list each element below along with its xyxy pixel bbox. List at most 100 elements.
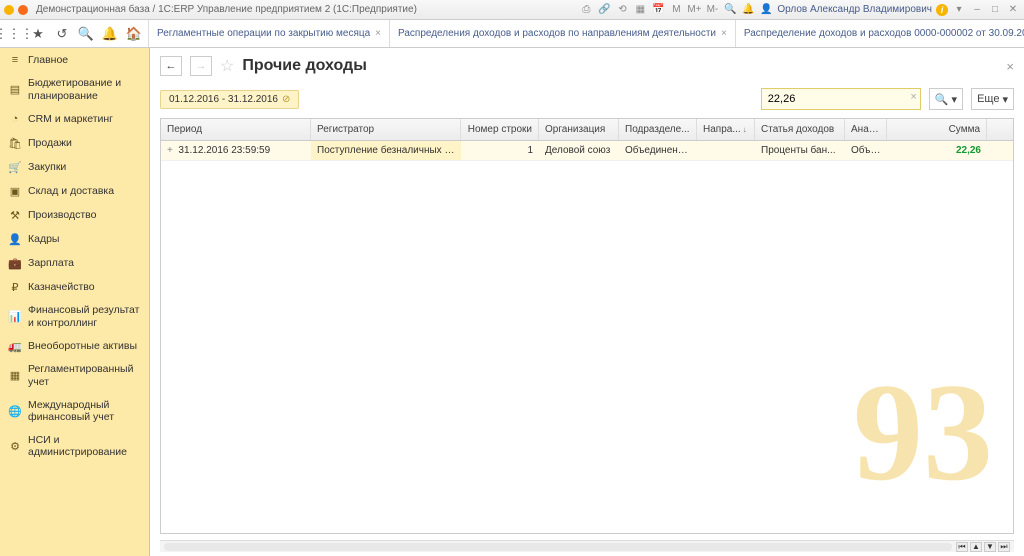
- horizontal-scrollbar[interactable]: ⏮ ▲ ▼ ⏭: [160, 540, 1014, 552]
- truck-icon: 🚛: [8, 339, 22, 353]
- search-button[interactable]: 🔍 ▾: [929, 88, 963, 110]
- cell-dept: Объединенн...: [619, 141, 697, 160]
- link-icon[interactable]: 🔗: [597, 3, 611, 17]
- sidebar-item-purchase[interactable]: 🛒Закупки: [0, 155, 149, 179]
- cell-registrator: Поступление безналичных ДС ...: [311, 141, 461, 160]
- table-header: Период Регистратор Номер строки Организа…: [161, 119, 1013, 141]
- history-icon[interactable]: ↺: [54, 26, 70, 42]
- scroll-down-icon[interactable]: ▼: [984, 542, 996, 552]
- sidebar-item-intl[interactable]: 🌐Международный финансовый учет: [0, 394, 149, 429]
- table-row[interactable]: + 31.12.2016 23:59:59 Поступление безнал…: [161, 141, 1013, 161]
- cell-anal: Объе...: [845, 141, 887, 160]
- sidebar-item-sales[interactable]: 🛍Продажи: [0, 131, 149, 155]
- home-icon[interactable]: 🏠: [126, 26, 142, 42]
- calc-icon[interactable]: ▦: [633, 3, 647, 17]
- globe-icon: 🌐: [8, 404, 22, 418]
- info-icon[interactable]: i: [936, 4, 948, 16]
- bell-icon[interactable]: 🔔: [741, 3, 755, 17]
- filter-bar: 01.12.2016 - 31.12.2016 ⊘ × 🔍 ▾ Еще ▾: [150, 84, 1024, 114]
- date-filter-chip[interactable]: 01.12.2016 - 31.12.2016 ⊘: [160, 90, 299, 109]
- scroll-track[interactable]: [164, 543, 952, 551]
- cell-line: 1: [461, 141, 539, 160]
- sidebar-item-assets[interactable]: 🚛Внеоборотные активы: [0, 334, 149, 358]
- sort-asc-icon: ↓: [743, 125, 747, 134]
- scroll-up-icon[interactable]: ▲: [970, 542, 982, 552]
- zoom-icon[interactable]: 🔍: [723, 3, 737, 17]
- close-icon[interactable]: ×: [721, 28, 727, 39]
- calendar-icon[interactable]: 📅: [651, 3, 665, 17]
- sidebar-item-admin[interactable]: ⚙НСИ и администрирование: [0, 429, 149, 464]
- print-icon[interactable]: ⎙: [579, 3, 593, 17]
- tab-closing-ops[interactable]: Регламентные операции по закрытию месяца…: [149, 20, 390, 47]
- scroll-first-icon[interactable]: ⏮: [956, 542, 968, 552]
- close-icon[interactable]: ×: [375, 28, 381, 39]
- hr-icon: 👤: [8, 232, 22, 246]
- col-direction[interactable]: Напра...↓: [697, 119, 755, 140]
- sidebar-item-hr[interactable]: 👤Кадры: [0, 227, 149, 251]
- page-title: Прочие доходы: [242, 57, 367, 75]
- cell-org: Деловой союз: [539, 141, 619, 160]
- gear-icon: ⚙: [8, 439, 22, 453]
- menu-icon: ≡: [8, 53, 22, 67]
- m-plus-icon[interactable]: M+: [687, 3, 701, 17]
- more-button[interactable]: Еще ▾: [971, 88, 1014, 110]
- sidebar-item-regulated[interactable]: ▦Регламентированный учет: [0, 358, 149, 393]
- minimize-icon[interactable]: –: [970, 3, 984, 17]
- sales-icon: 🛍: [8, 136, 22, 150]
- search-field: ×: [761, 88, 921, 110]
- sidebar-item-budget[interactable]: ▤Бюджетирование и планирование: [0, 72, 149, 107]
- m-minus-icon[interactable]: M-: [705, 3, 719, 17]
- data-table: Период Регистратор Номер строки Организа…: [160, 118, 1014, 534]
- search-input[interactable]: [761, 88, 921, 110]
- col-line[interactable]: Номер строки: [461, 119, 539, 140]
- user-icon: 👤: [759, 3, 773, 17]
- col-analytics[interactable]: Анали...: [845, 119, 887, 140]
- clear-search-icon[interactable]: ×: [910, 91, 916, 103]
- nav-forward-button[interactable]: →: [190, 56, 212, 76]
- search-tool-icon[interactable]: 🔍: [78, 26, 94, 42]
- col-income[interactable]: Статья доходов: [755, 119, 845, 140]
- star-icon[interactable]: ★: [30, 26, 46, 42]
- tab-income-doc[interactable]: Распределение доходов и расходов 0000-00…: [736, 20, 1024, 47]
- navigation-sidebar: ≡Главное ▤Бюджетирование и планирование …: [0, 48, 150, 556]
- tab-income-distribution[interactable]: Распределения доходов и расходов по напр…: [390, 20, 736, 47]
- sidebar-item-production[interactable]: ⚒Производство: [0, 203, 149, 227]
- col-period[interactable]: Период: [161, 119, 311, 140]
- favorite-star-icon[interactable]: ☆: [220, 56, 234, 76]
- close-window-icon[interactable]: ✕: [1006, 3, 1020, 17]
- budget-icon: ▤: [8, 83, 22, 97]
- sidebar-item-salary[interactable]: 💼Зарплата: [0, 251, 149, 275]
- close-page-icon[interactable]: ×: [1006, 59, 1014, 74]
- expand-icon[interactable]: +: [167, 145, 173, 156]
- date-filter-label: 01.12.2016 - 31.12.2016: [169, 94, 278, 105]
- nav-back-button[interactable]: ←: [160, 56, 182, 76]
- content-area: ← → ☆ Прочие доходы × 01.12.2016 - 31.12…: [150, 48, 1024, 556]
- sidebar-item-main[interactable]: ≡Главное: [0, 48, 149, 72]
- col-dept[interactable]: Подразделе...: [619, 119, 697, 140]
- regulated-icon: ▦: [8, 369, 22, 383]
- maximize-icon[interactable]: □: [988, 3, 1002, 17]
- window-title: Демонстрационная база / 1С:ERP Управлени…: [36, 4, 417, 15]
- apps-icon[interactable]: ⋮⋮⋮: [6, 26, 22, 42]
- warehouse-icon: ▣: [8, 184, 22, 198]
- m-icon[interactable]: M: [669, 3, 683, 17]
- sidebar-item-warehouse[interactable]: ▣Склад и доставка: [0, 179, 149, 203]
- notifications-icon[interactable]: 🔔: [102, 26, 118, 42]
- refresh-icon[interactable]: ⟲: [615, 3, 629, 17]
- dropdown-icon[interactable]: ▾: [952, 3, 966, 17]
- tab-bar: Регламентные операции по закрытию месяца…: [149, 20, 1024, 47]
- col-org[interactable]: Организация: [539, 119, 619, 140]
- current-user[interactable]: Орлов Александр Владимирович: [777, 4, 932, 15]
- sidebar-item-treasury[interactable]: ₽Казначейство: [0, 275, 149, 299]
- cart-icon: 🛒: [8, 160, 22, 174]
- clear-date-icon[interactable]: ⊘: [282, 94, 290, 105]
- col-registrator[interactable]: Регистратор: [311, 119, 461, 140]
- sidebar-item-finance[interactable]: 📊Финансовый результат и контроллинг: [0, 299, 149, 334]
- col-sum[interactable]: Сумма: [887, 119, 987, 140]
- scroll-last-icon[interactable]: ⏭: [998, 542, 1010, 552]
- chart-icon: 📊: [8, 310, 22, 324]
- sidebar-item-crm[interactable]: ◔CRM и маркетинг: [0, 107, 149, 131]
- cell-dir: [697, 141, 755, 160]
- treasury-icon: ₽: [8, 280, 22, 294]
- production-icon: ⚒: [8, 208, 22, 222]
